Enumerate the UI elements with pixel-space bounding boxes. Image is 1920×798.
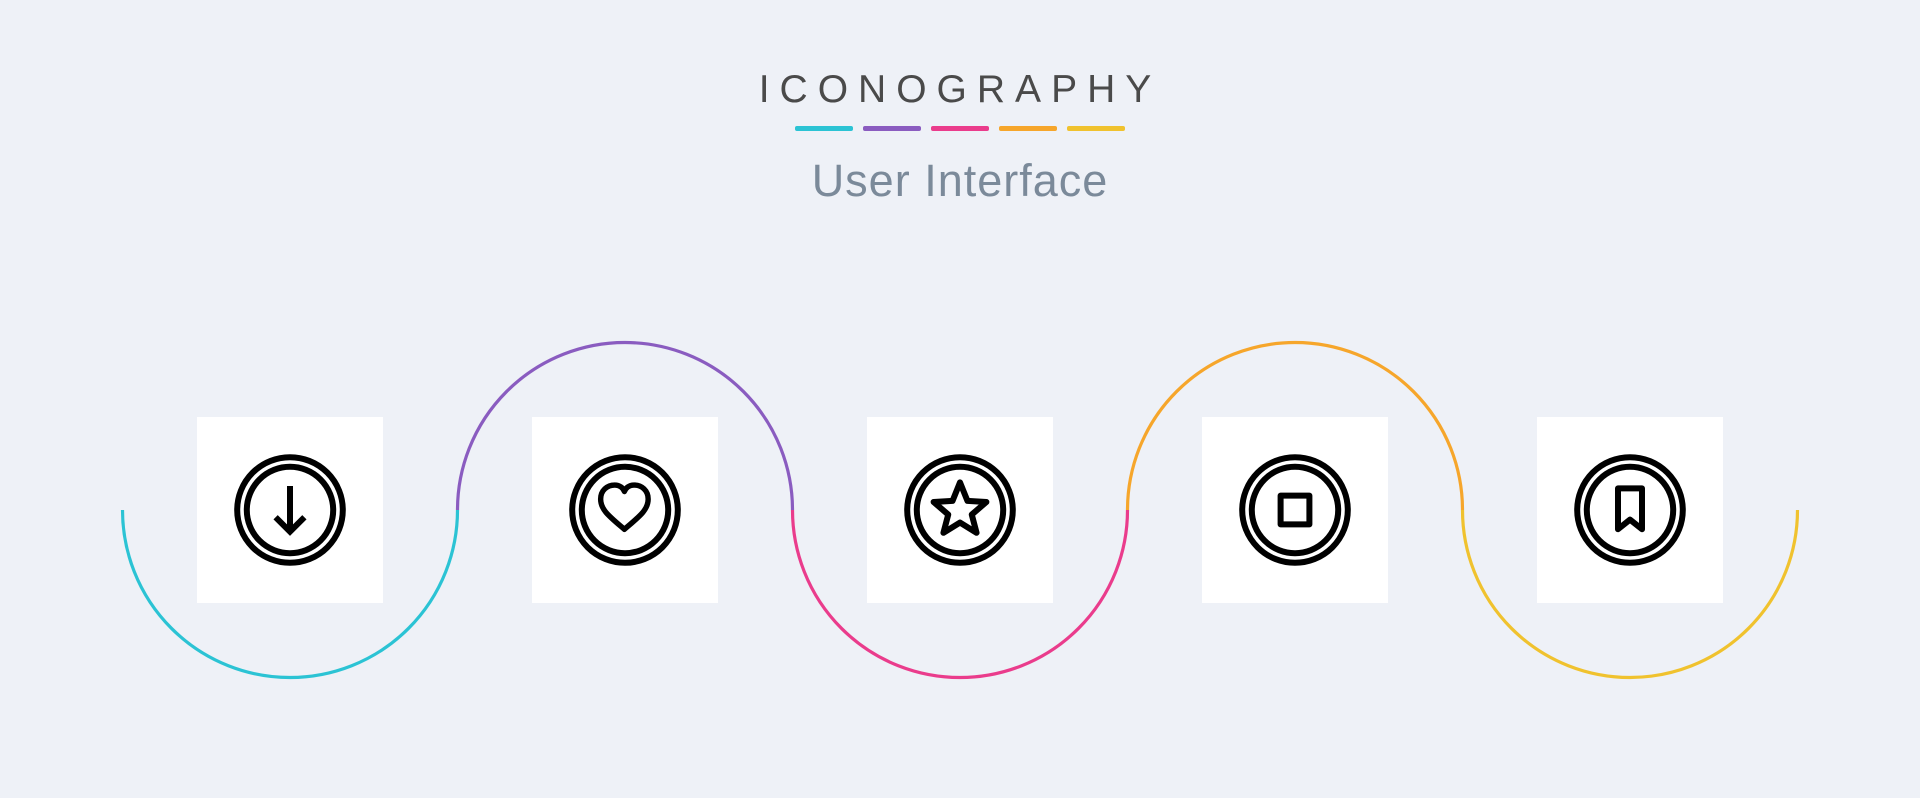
wave-path [0,0,1920,798]
